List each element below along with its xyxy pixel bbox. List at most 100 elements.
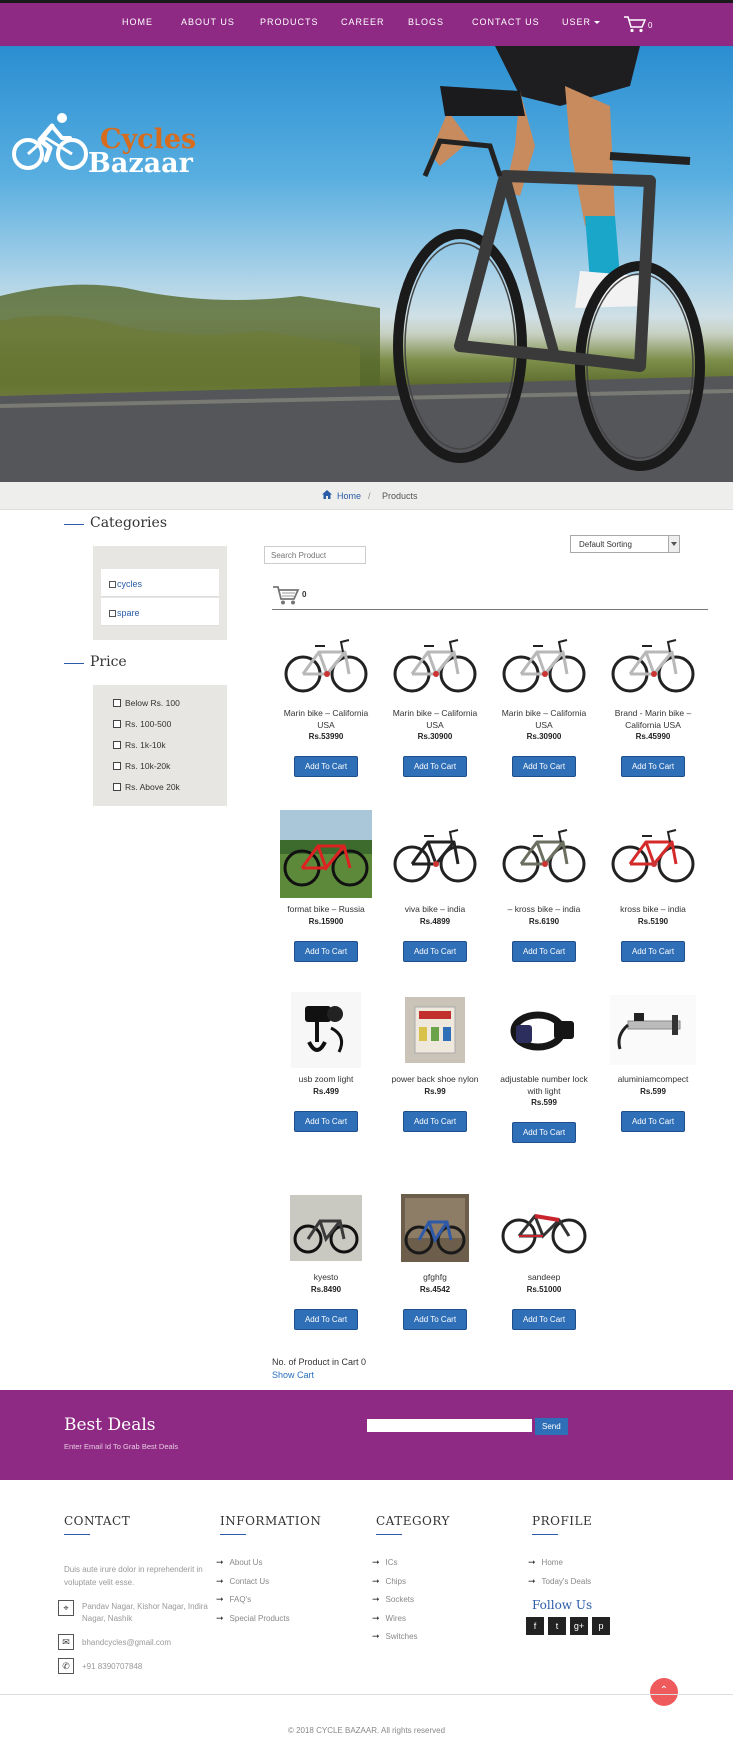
footer-cat-ics[interactable]: ➞ ICs [372, 1557, 398, 1568]
checkbox[interactable] [109, 581, 116, 588]
product-name[interactable]: power back shoe nylon [385, 1074, 485, 1086]
add-to-cart-button[interactable]: Add To Cart [402, 756, 468, 777]
facebook-icon[interactable]: f [526, 1617, 544, 1635]
product-image[interactable] [385, 808, 485, 900]
add-to-cart-button[interactable]: Add To Cart [293, 1110, 359, 1132]
product-image[interactable] [385, 1188, 485, 1268]
price-filter-below-100[interactable]: Below Rs. 100 [113, 698, 180, 708]
product-name[interactable]: sandeep [494, 1272, 594, 1284]
checkbox[interactable] [109, 610, 116, 617]
product-image[interactable] [276, 808, 376, 900]
nav-home[interactable]: HOME [122, 17, 153, 27]
add-to-cart-button[interactable]: Add To Cart [620, 1110, 686, 1132]
footer-link-label: Today's Deals [541, 1577, 592, 1586]
add-to-cart-button[interactable]: Add To Cart [511, 1308, 577, 1330]
checkbox[interactable] [113, 783, 121, 791]
pinterest-icon[interactable]: p [592, 1617, 610, 1635]
footer-link-faq[interactable]: ➞ FAQ's [216, 1594, 251, 1605]
add-to-cart-button[interactable]: Add To Cart [402, 940, 468, 962]
sort-select[interactable]: Default Sorting [570, 535, 680, 553]
add-to-cart-button[interactable]: Add To Cart [402, 1110, 468, 1132]
product-image[interactable] [494, 1188, 594, 1268]
product-image[interactable] [603, 990, 703, 1070]
scroll-to-top-button[interactable]: ⌃ [650, 1678, 678, 1706]
deals-send-button[interactable]: Send [535, 1418, 568, 1435]
product-image[interactable] [385, 624, 485, 704]
price-filter-1k-10k[interactable]: Rs. 1k-10k [113, 740, 166, 750]
footer-link-label: ICs [385, 1558, 398, 1567]
product-image[interactable] [494, 990, 594, 1070]
cart-icon[interactable] [272, 584, 300, 606]
add-to-cart-button[interactable]: Add To Cart [293, 756, 359, 777]
product-name[interactable]: kross bike – india [603, 904, 703, 916]
add-to-cart-button[interactable]: Add To Cart [511, 940, 577, 962]
product-name[interactable]: usb zoom light [276, 1074, 376, 1086]
footer-cat-wires[interactable]: ➞ Wires [372, 1613, 406, 1624]
footer-cat-chips[interactable]: ➞ Chips [372, 1576, 406, 1587]
product-image[interactable] [603, 808, 703, 900]
footer-profile-home[interactable]: ➞ Home [528, 1557, 563, 1568]
product-image[interactable] [276, 624, 376, 704]
product-name[interactable]: – kross bike – india [494, 904, 594, 916]
search-product-input[interactable] [264, 546, 366, 564]
add-to-cart-button[interactable]: Add To Cart [620, 940, 686, 962]
google-plus-icon[interactable]: g+ [570, 1617, 588, 1635]
product-name[interactable]: Marin bike – California USA [276, 708, 376, 731]
checkbox[interactable] [113, 720, 121, 728]
product-name[interactable]: Brand - Marin bike – California USA [603, 708, 703, 731]
arrow-right-icon: ➞ [216, 1613, 224, 1623]
product-image[interactable] [276, 990, 376, 1070]
show-cart-link[interactable]: Show Cart [272, 1370, 314, 1380]
footer-link-special[interactable]: ➞ Special Products [216, 1613, 290, 1624]
add-to-cart-button[interactable]: Add To Cart [620, 756, 686, 777]
add-to-cart-button[interactable]: Add To Cart [293, 1308, 359, 1330]
footer-profile-deals[interactable]: ➞ Today's Deals [528, 1576, 591, 1587]
product-name[interactable]: viva bike – india [385, 904, 485, 916]
category-item-cycles[interactable]: cycles [101, 569, 219, 597]
product-image[interactable] [276, 1188, 376, 1268]
product-name[interactable]: Marin bike – California USA [385, 708, 485, 731]
footer-link-about[interactable]: ➞ About Us [216, 1557, 262, 1568]
add-to-cart-button[interactable]: Add To Cart [511, 756, 577, 777]
product-card: Marin bike – California USA Rs.53990 Add T… [276, 624, 376, 777]
product-image[interactable] [494, 808, 594, 900]
add-to-cart-button[interactable]: Add To Cart [293, 940, 359, 962]
product-name[interactable]: gfghfg [385, 1272, 485, 1284]
nav-blogs[interactable]: BLOGS [408, 17, 444, 27]
product-image[interactable] [603, 624, 703, 704]
nav-user-dropdown[interactable]: USER [562, 17, 601, 27]
logo-cyclist-icon [12, 113, 88, 170]
product-image[interactable] [385, 990, 485, 1070]
footer-cat-switches[interactable]: ➞ Switches [372, 1631, 418, 1642]
product-name[interactable]: kyesto [276, 1272, 376, 1284]
breadcrumb-home[interactable]: Home [337, 491, 361, 501]
footer-cat-sockets[interactable]: ➞ Sockets [372, 1594, 414, 1605]
nav-about[interactable]: ABOUT US [181, 17, 235, 27]
deals-email-input[interactable] [367, 1419, 532, 1432]
product-card: kross bike – india Rs.5190 Add To Cart [603, 808, 703, 962]
breadcrumb-current: Products [382, 491, 418, 501]
price-filter-10k-20k[interactable]: Rs. 10k-20k [113, 761, 170, 771]
checkbox[interactable] [113, 741, 121, 749]
checkbox[interactable] [113, 699, 121, 707]
nav-products[interactable]: PRODUCTS [260, 17, 319, 27]
product-name[interactable]: aluminiamcompect [603, 1074, 703, 1086]
product-name[interactable]: Marin bike – California USA [494, 708, 594, 731]
add-to-cart-button[interactable]: Add To Cart [402, 1308, 468, 1330]
cart-icon[interactable] [623, 15, 647, 38]
add-to-cart-button[interactable]: Add To Cart [511, 1122, 577, 1143]
footer-email[interactable]: bhandcycles@gmail.com [82, 1636, 171, 1649]
nav-contact[interactable]: CONTACT US [472, 17, 540, 27]
product-name[interactable]: adjustable number lock with light [494, 1074, 594, 1097]
twitter-icon[interactable]: t [548, 1617, 566, 1635]
price-filter-100-500[interactable]: Rs. 100-500 [113, 719, 171, 729]
category-item-spare[interactable]: spare [101, 598, 219, 626]
product-name[interactable]: format bike – Russia [276, 904, 376, 916]
footer-link-contact[interactable]: ➞ Contact Us [216, 1576, 269, 1587]
checkbox[interactable] [113, 762, 121, 770]
product-image[interactable] [494, 624, 594, 704]
arrow-right-icon: ➞ [372, 1594, 380, 1604]
price-filter-above-20k[interactable]: Rs. Above 20k [113, 782, 180, 792]
product-card: sandeep Rs.51000 Add To Cart [494, 1188, 594, 1330]
nav-career[interactable]: CAREER [341, 17, 385, 27]
